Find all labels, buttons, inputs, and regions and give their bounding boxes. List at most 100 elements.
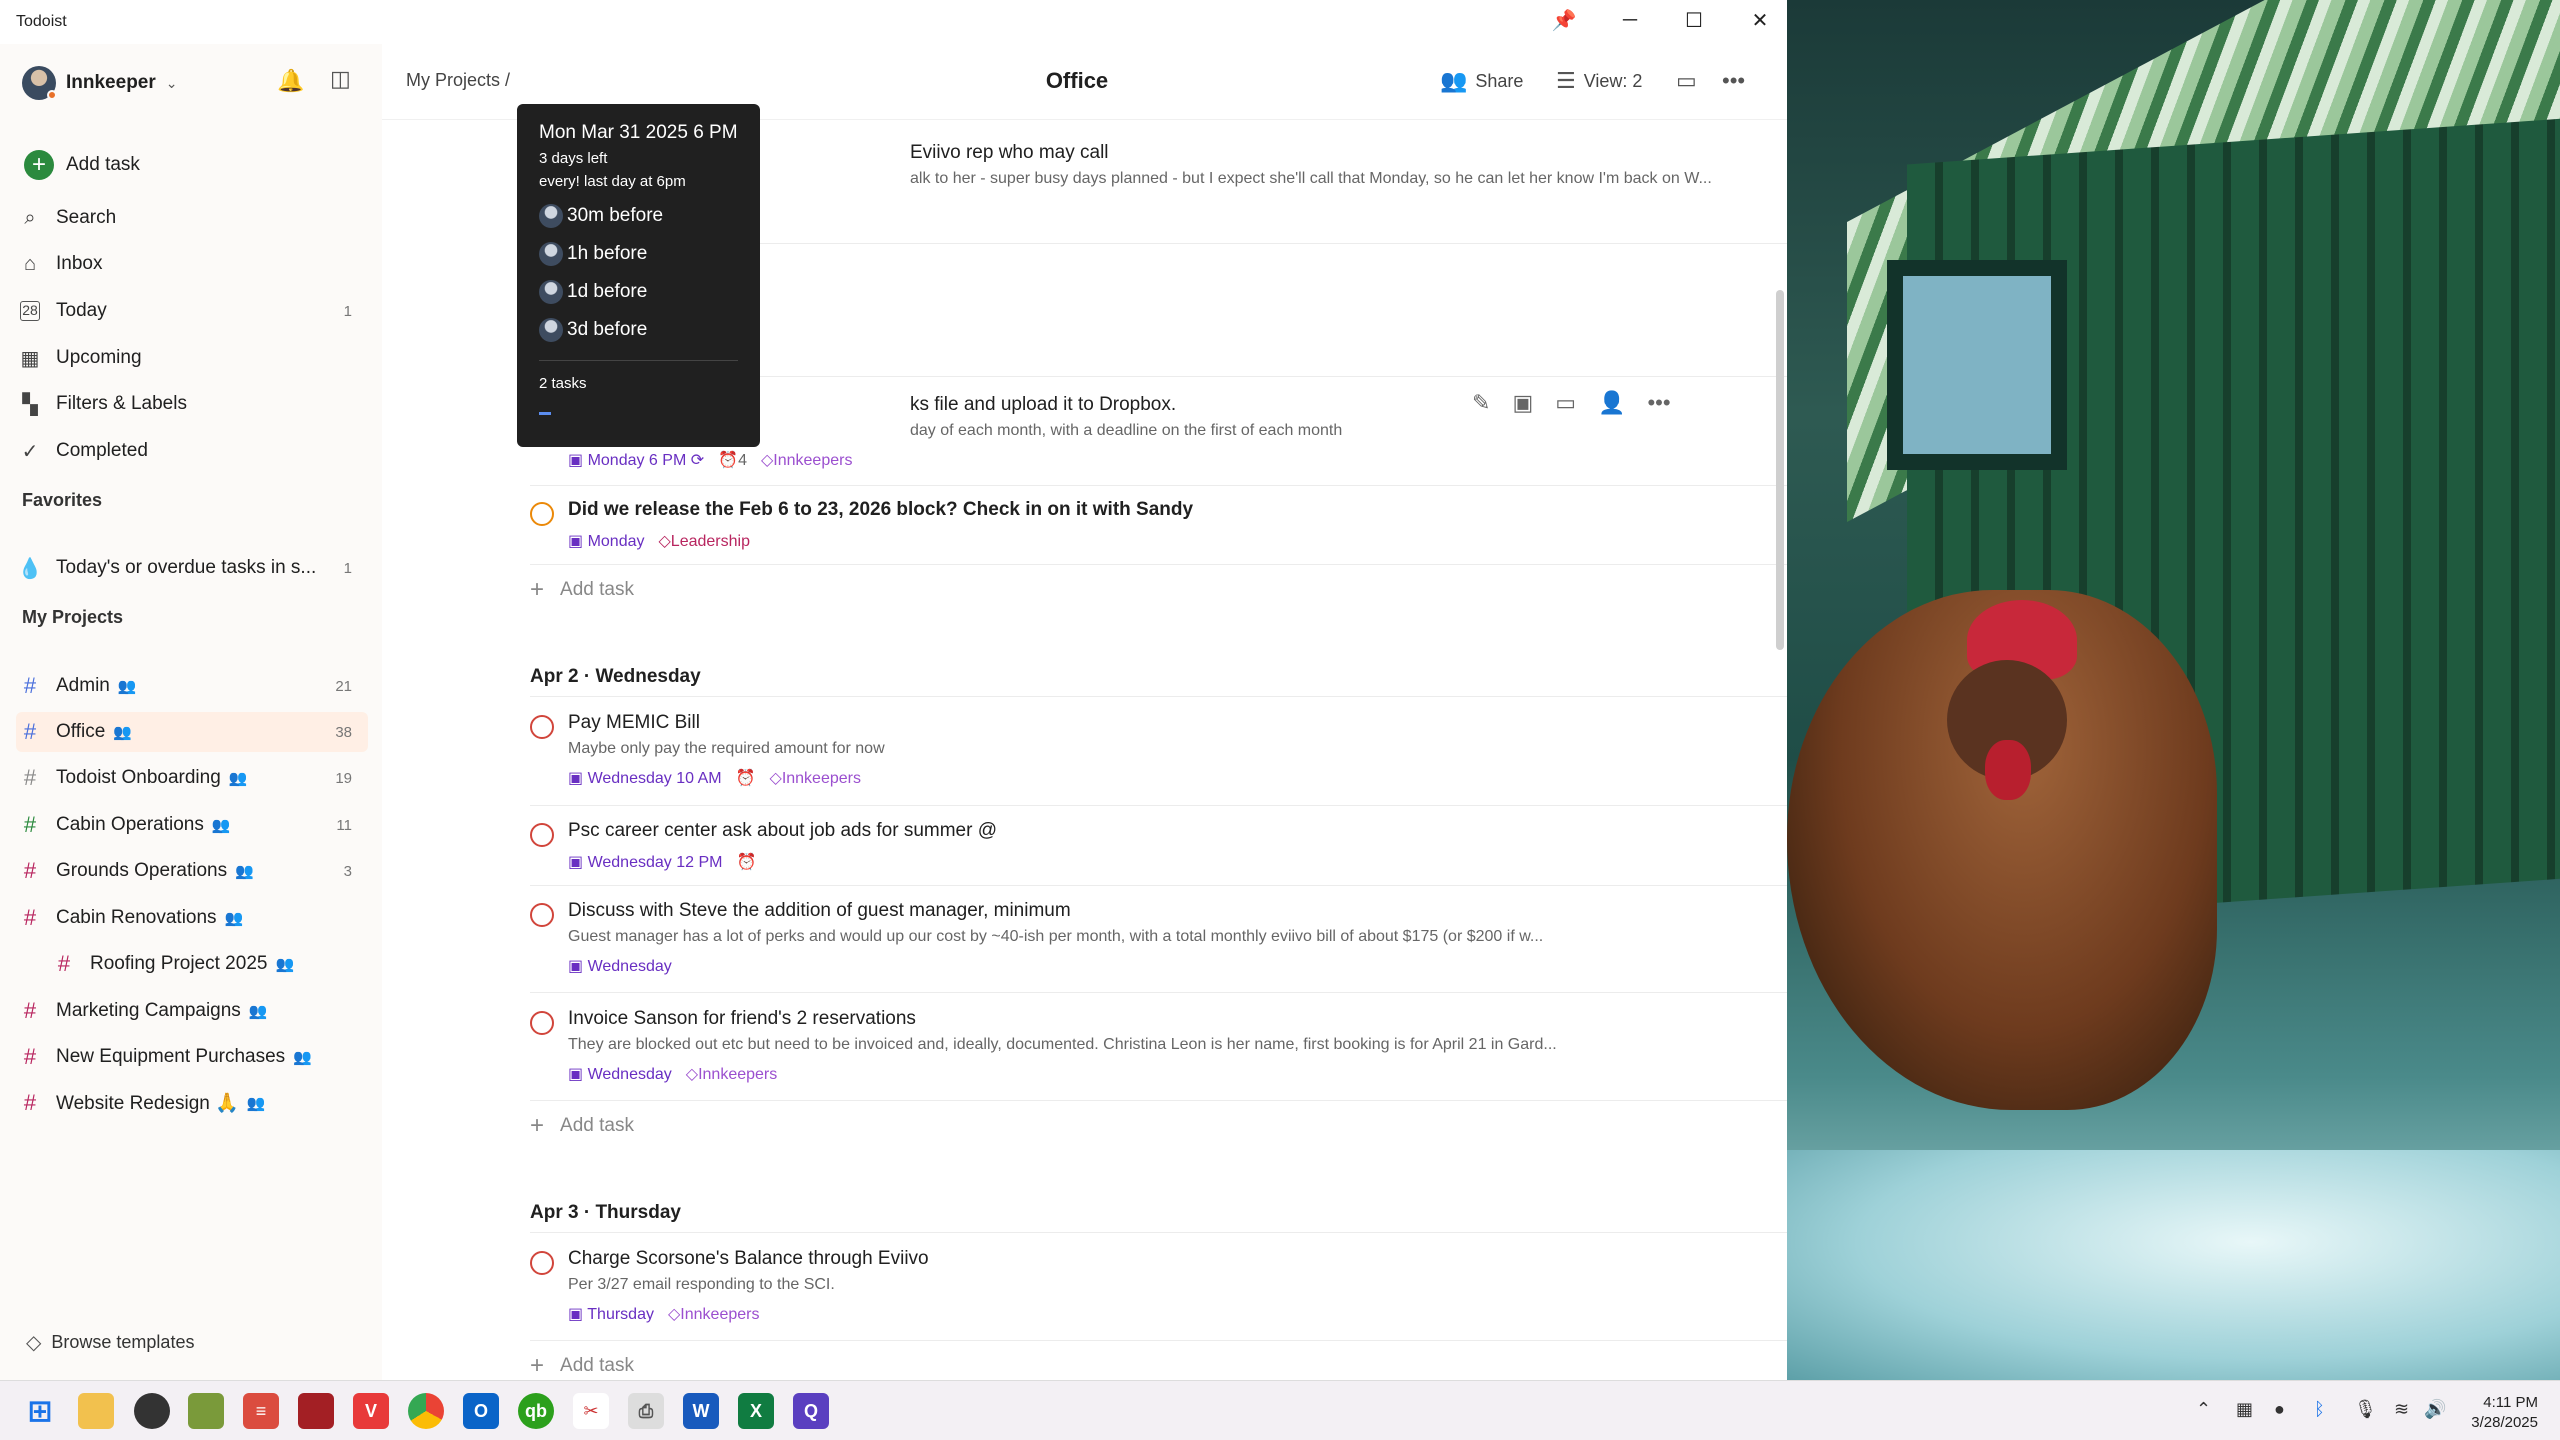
sidebar-toggle-icon[interactable]: ◫ [330, 66, 351, 92]
favorites-heading: Favorites [22, 490, 103, 510]
assign-icon[interactable]: 👤 [1598, 390, 1625, 416]
tag-icon: ◇ [667, 1306, 681, 1323]
file-explorer-icon[interactable] [78, 1393, 114, 1429]
snipping-tool-icon[interactable]: ✂ [573, 1393, 609, 1429]
wifi-icon[interactable]: ≋ [2394, 1399, 2409, 1420]
avatar [539, 242, 563, 266]
maximize-button[interactable]: ☐ [1662, 0, 1726, 40]
task-checkbox[interactable] [530, 1011, 554, 1035]
template-icon: ◇ [26, 1332, 42, 1354]
task-checkbox[interactable] [530, 1251, 554, 1275]
task-checkbox[interactable] [530, 823, 554, 847]
add-task-inline[interactable]: + Add task [530, 1112, 634, 1140]
add-task-button[interactable]: + Add task [16, 145, 368, 185]
project-label: Cabin Renovations [56, 907, 217, 928]
due-date[interactable]: ▣ Wednesday 12 PM [568, 852, 722, 872]
task-checkbox[interactable] [530, 903, 554, 927]
sidebar-item-inbox[interactable]: ⌂ Inbox [16, 244, 368, 284]
app-icon[interactable]: Q [793, 1393, 829, 1429]
sidebar-project-website-redesign[interactable]: # Website Redesign 🙏 👥 [16, 1083, 368, 1123]
printer-icon[interactable]: ⎙ [628, 1393, 664, 1429]
copilot-icon[interactable] [134, 1393, 170, 1429]
due-date[interactable]: ▣ Monday 6 PM ⟳ [568, 450, 704, 470]
tray-app-icon[interactable]: ▦ [2236, 1399, 2253, 1420]
minimize-button[interactable]: ─ [1598, 0, 1662, 40]
user-menu[interactable]: Innkeeper ⌄ [22, 66, 178, 100]
system-clock[interactable]: 4:11 PM 3/28/2025 [2471, 1393, 2538, 1433]
label-tag[interactable]: ◇Innkeepers [686, 1064, 777, 1084]
due-date[interactable]: ▣ Wednesday [568, 956, 672, 976]
bluetooth-icon[interactable]: ᛒ [2314, 1399, 2325, 1420]
label-tag[interactable]: ◇Innkeepers [668, 1304, 759, 1324]
due-date[interactable]: ▣ Thursday [568, 1304, 654, 1324]
sidebar-project-marketing[interactable]: # Marketing Campaigns 👥 [16, 991, 368, 1031]
sidebar-item-today[interactable]: 28 Today 1 [16, 291, 368, 331]
microphone-icon[interactable]: 🎙 [2354, 1399, 2377, 1420]
bell-icon[interactable]: 🔔 [277, 68, 304, 94]
add-task-inline[interactable]: + Add task [530, 1352, 634, 1380]
people-icon: 👥 [1440, 68, 1468, 93]
windows-start-icon[interactable]: ⊞ [22, 1393, 58, 1429]
label-tag[interactable]: ◇Innkeepers [770, 768, 861, 788]
task-meta: ▣ Wednesday ◇Innkeepers [568, 1064, 777, 1084]
task-title: ks file and upload it to Dropbox. [910, 394, 1177, 415]
task-checkbox[interactable] [530, 715, 554, 739]
sidebar-project-cabin-renovations[interactable]: # Cabin Renovations 👥 [16, 898, 368, 938]
edit-icon[interactable]: ✎ [1472, 390, 1490, 416]
chrome-icon[interactable] [408, 1393, 444, 1429]
pin-button[interactable]: 📌 [1532, 0, 1596, 40]
app-icon[interactable] [188, 1393, 224, 1429]
sidebar-project-office[interactable]: # Office 👥 38 [16, 712, 368, 752]
nav-count: 1 [343, 302, 352, 320]
excel-icon[interactable]: X [738, 1393, 774, 1429]
quickbooks-icon[interactable]: qb [518, 1393, 554, 1429]
sidebar-project-grounds-operations[interactable]: # Grounds Operations 👥 3 [16, 851, 368, 891]
alarm-icon: ⏰ [735, 770, 756, 787]
sidebar-item-search[interactable]: ⌕ Search [16, 198, 368, 238]
hash-icon: # [23, 812, 37, 837]
outlook-icon[interactable]: O [463, 1393, 499, 1429]
more-button[interactable]: ••• [1722, 68, 1745, 94]
add-task-inline[interactable]: + Add task [530, 576, 634, 604]
word-icon[interactable]: W [683, 1393, 719, 1429]
browse-templates-link[interactable]: ◇ Browse templates [26, 1330, 194, 1355]
share-button[interactable]: 👥 Share [1440, 68, 1523, 94]
sidebar-project-admin[interactable]: # Admin 👥 21 [16, 666, 368, 706]
calendar-icon: ▣ [568, 770, 588, 787]
volume-icon[interactable]: 🔊 [2424, 1399, 2446, 1420]
scrollbar[interactable] [1776, 290, 1784, 650]
sidebar-project-todoist-onboarding[interactable]: # Todoist Onboarding 👥 19 [16, 758, 368, 798]
label-tag[interactable]: ◇Innkeepers [761, 450, 852, 470]
view-button[interactable]: ☰ View: 2 [1556, 68, 1642, 94]
barn-window [1887, 260, 2067, 470]
chevron-up-icon[interactable]: ⌃ [2196, 1399, 2211, 1420]
due-date[interactable]: ▣ Wednesday [568, 1064, 672, 1084]
nav-label: Upcoming [56, 347, 142, 368]
calendar-icon: ▣ [568, 854, 588, 871]
vivaldi-icon[interactable]: V [353, 1393, 389, 1429]
sidebar-item-upcoming[interactable]: ▦ Upcoming [16, 338, 368, 378]
sidebar-item-favorite-filter[interactable]: 💧 Today's or overdue tasks in s... 1 [16, 548, 368, 588]
sidebar-project-new-equipment[interactable]: # New Equipment Purchases 👥 [16, 1037, 368, 1077]
app-icon[interactable] [298, 1393, 334, 1429]
sidebar-project-cabin-operations[interactable]: # Cabin Operations 👥 11 [16, 805, 368, 845]
calendar-icon: ▣ [568, 958, 588, 975]
close-button[interactable]: ✕ [1728, 0, 1792, 40]
comments-button[interactable]: ▭ [1676, 68, 1697, 94]
label-tag[interactable]: ◇Leadership [658, 531, 749, 551]
sidebar-item-completed[interactable]: ✓ Completed [16, 431, 368, 471]
more-icon[interactable]: ••• [1647, 390, 1670, 416]
tray-app-icon[interactable]: ● [2274, 1399, 2285, 1420]
tooltip-load-bar [539, 412, 551, 415]
sidebar-item-filters[interactable]: ▚ Filters & Labels [16, 384, 368, 424]
due-date[interactable]: ▣ Wednesday 10 AM [568, 768, 722, 788]
chevron-down-icon: ⌄ [165, 74, 178, 91]
comment-icon[interactable]: ▭ [1555, 390, 1576, 416]
task-checkbox[interactable] [530, 502, 554, 526]
sidebar-project-roofing[interactable]: # Roofing Project 2025 👥 [50, 944, 368, 984]
reminder-item: 1h before [539, 242, 738, 266]
todoist-icon[interactable]: ≡ [243, 1393, 279, 1429]
task-title: Eviivo rep who may call [910, 142, 1109, 163]
due-date[interactable]: ▣ Monday [568, 531, 644, 551]
due-date-icon[interactable]: ▣ [1512, 390, 1533, 416]
